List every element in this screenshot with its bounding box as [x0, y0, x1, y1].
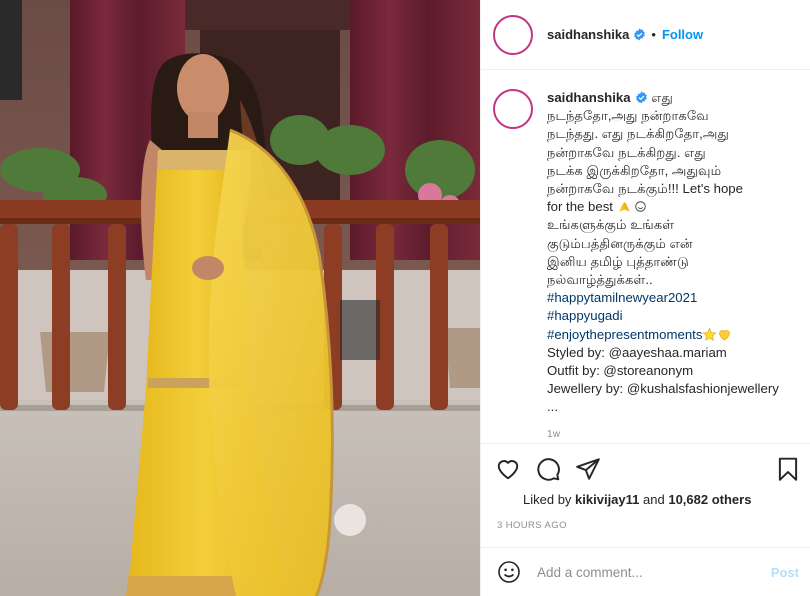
likes-conjunction: and [643, 491, 665, 507]
caption-line: Styled by: @aayeshaa.mariam [547, 344, 727, 360]
header-separator: • [651, 27, 656, 42]
likes-text: Liked by kikivijay11 and 10,682 others [523, 492, 751, 507]
caption-line: குடும்பத்தினருக்கும் என் [547, 235, 693, 251]
caption-text: saidhanshika எது நடந்ததோ,அது நன்றாகவே நட… [547, 89, 797, 417]
heart-icon[interactable] [495, 456, 521, 482]
verified-badge-icon [634, 28, 646, 41]
caption-line: நடக்க இருக்கிறதோ, அதுவும் [547, 162, 722, 178]
post-header: saidhanshika • Follow [481, 0, 810, 70]
caption-line-0: saidhanshika எது [547, 89, 797, 107]
comment-icon[interactable] [535, 456, 561, 482]
hashtag-line-with-emoji: #enjoythepresentmoments [547, 326, 797, 344]
likes-count[interactable]: 10,682 others [668, 492, 751, 507]
add-comment-bar: Post [481, 547, 810, 596]
share-icon[interactable] [575, 456, 601, 482]
star-emoji-icon [702, 327, 717, 341]
follow-button[interactable]: Follow [662, 27, 703, 42]
liker-avatar[interactable] [497, 490, 515, 508]
hashtag-link[interactable]: #happytamilnewyear2021 [547, 289, 797, 307]
caption-line: நடந்தது. எது நடக்கிறதோ,அது [547, 126, 729, 142]
caption-line: நல்வாழ்த்துக்கள்.. [547, 272, 653, 288]
caption-line: நன்றாகவே நடக்கிறது. எது [547, 144, 706, 160]
post-comment-button[interactable]: Post [771, 565, 799, 580]
smile-emoji-icon [635, 201, 647, 212]
post-side-panel: saidhanshika • Follow saidhanshika எது ந… [480, 0, 810, 596]
bookmark-icon[interactable] [775, 456, 801, 482]
caption-line: உங்களுக்கும் உங்கள் [547, 217, 675, 233]
caption: saidhanshika எது நடந்ததோ,அது நன்றாகவே நட… [493, 89, 799, 417]
caption-more[interactable]: ... [547, 398, 797, 416]
caption-line: இனிய தமிழ் புத்தாண்டு [547, 253, 689, 269]
likes-prefix: Liked by [523, 491, 572, 507]
caption-line: Jewellery by: @kushalsfashionjewellery [547, 381, 779, 397]
folded-hands-emoji-icon [618, 202, 630, 212]
caption-line-with-emoji: for the best [547, 198, 797, 216]
comment-input[interactable] [537, 564, 757, 580]
posted-time[interactable]: 3 HOURS AGO [497, 520, 567, 531]
emoji-icon[interactable] [497, 560, 521, 584]
caption-line: நன்றாகவே நடக்கும்!!! Let's hope [547, 181, 743, 197]
yellow-heart-emoji-icon [719, 329, 731, 341]
likes-summary: Liked by kikivijay11 and 10,682 others [497, 490, 751, 508]
caption-line: Outfit by: @storeanonym [547, 363, 694, 379]
post-photo[interactable] [0, 0, 480, 596]
liker-username[interactable]: kikivijay11 [575, 492, 639, 507]
hashtag-link[interactable]: #enjoythepresentmoments [547, 327, 702, 342]
caption-first-word: எது [651, 90, 673, 105]
comments-area[interactable]: saidhanshika எது நடந்ததோ,அது நன்றாகவே நட… [481, 71, 810, 443]
verified-badge-icon [635, 91, 647, 104]
caption-line: for the best [547, 199, 613, 215]
caption-username[interactable]: saidhanshika [547, 90, 631, 105]
caption-line: நடந்ததோ,அது நன்றாகவே [547, 108, 709, 124]
caption-avatar[interactable] [493, 89, 533, 129]
post-image [0, 0, 480, 596]
profile-avatar[interactable] [493, 14, 533, 55]
caption-age: 1w [547, 428, 561, 440]
action-bar [481, 443, 810, 493]
hashtag-link[interactable]: #happyugadi [547, 307, 797, 325]
header-username[interactable]: saidhanshika [547, 27, 629, 42]
